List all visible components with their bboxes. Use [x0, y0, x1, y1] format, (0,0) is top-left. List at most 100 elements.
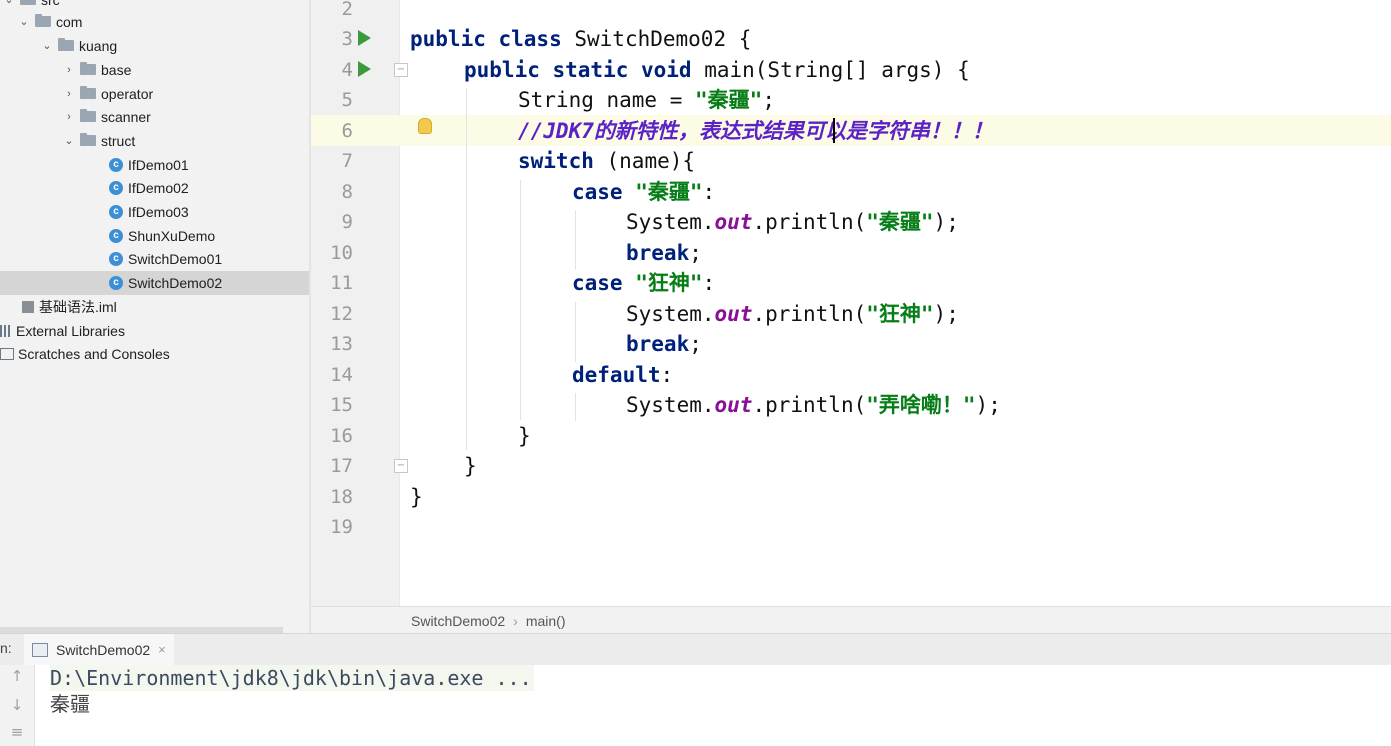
line-number: 4	[341, 59, 353, 81]
line-number: 16	[330, 425, 353, 447]
tree-item-com[interactable]: ⌄ com	[0, 10, 309, 34]
code-line-7: switch (name){	[518, 146, 695, 177]
indent-guide	[575, 393, 576, 421]
folder-icon	[20, 0, 36, 6]
keyword: case	[572, 180, 636, 204]
library-icon	[0, 324, 12, 337]
code-line-12: System.out.println("狂神");	[626, 299, 959, 330]
run-main-icon[interactable]	[358, 61, 371, 77]
static-field: out	[714, 393, 753, 417]
breadcrumb-class[interactable]: SwitchDemo02	[411, 613, 505, 629]
module-file-icon	[22, 300, 34, 313]
tree-label: IfDemo03	[128, 203, 189, 220]
keyword: public static void	[464, 58, 705, 82]
down-arrow-icon[interactable]: ↓	[8, 696, 26, 714]
folder-icon	[35, 14, 51, 28]
java-class-icon: c	[109, 275, 123, 290]
indent-guide	[575, 302, 576, 362]
tree-label: struct	[101, 132, 136, 149]
breadcrumb-method[interactable]: main()	[526, 613, 566, 629]
line-number: 17	[330, 455, 353, 477]
tree-item-shunxudemo[interactable]: c ShunXuDemo	[0, 224, 309, 248]
code-text: ;	[689, 241, 702, 265]
run-tab[interactable]: SwitchDemo02 ×	[24, 634, 174, 665]
tree-item-scanner[interactable]: › scanner	[0, 105, 309, 129]
tree-label: SwitchDemo02	[128, 274, 223, 291]
lightbulb-icon[interactable]	[418, 118, 432, 134]
tree-item-switchdemo02[interactable]: c SwitchDemo02	[0, 271, 309, 295]
tree-item-ifdemo02[interactable]: c IfDemo02	[0, 176, 309, 200]
static-field: out	[714, 302, 753, 326]
fold-icon[interactable]: −	[394, 63, 408, 77]
tree-label: kuang	[79, 37, 118, 54]
run-label: n:	[0, 640, 12, 656]
up-arrow-icon[interactable]: ↑	[8, 667, 26, 685]
tree-label: IfDemo02	[128, 179, 189, 196]
tree-label: scanner	[101, 108, 151, 125]
line-number: 11	[330, 272, 353, 294]
chevron-down-icon[interactable]: ⌄	[17, 15, 31, 28]
folder-icon	[80, 62, 96, 76]
keyword: case	[572, 271, 636, 295]
tree-item-iml[interactable]: 基础语法.iml	[0, 295, 309, 319]
folder-icon	[80, 86, 96, 100]
tree-label: operator	[101, 85, 154, 102]
run-class-icon[interactable]	[358, 30, 371, 46]
line-number: 9	[341, 211, 353, 233]
chevron-right-icon[interactable]: ›	[62, 88, 76, 100]
line-number: 7	[341, 150, 353, 172]
code-text: );	[933, 302, 959, 326]
tree-item-base[interactable]: › base	[0, 58, 309, 82]
code-line-8: case "秦疆":	[572, 177, 715, 208]
soft-wrap-icon[interactable]: ≡	[8, 723, 26, 741]
string-literal: "狂神"	[635, 271, 703, 295]
chevron-down-icon[interactable]: ⌄	[40, 39, 54, 52]
tree-item-scratches[interactable]: Scratches and Consoles	[0, 342, 309, 366]
tree-item-kuang[interactable]: ⌄ kuang	[0, 34, 309, 58]
code-text: System.	[626, 302, 715, 326]
java-class-icon: c	[109, 157, 123, 172]
keyword: switch	[518, 149, 607, 173]
code-line-15: System.out.println("弄啥嘞！");	[626, 390, 1001, 421]
code-text: String name =	[518, 88, 696, 112]
code-text: System.	[626, 393, 715, 417]
project-tree: ⌄src ⌄com ⌄kuang ›base ›operator ›scanne…	[0, 0, 309, 633]
tree-label: src	[41, 0, 60, 8]
line-number: 12	[330, 303, 353, 325]
fold-icon[interactable]: −	[394, 459, 408, 473]
line-number: 10	[330, 242, 353, 264]
tree-item-struct[interactable]: ⌄ struct	[0, 129, 309, 153]
code-line-3: public class SwitchDemo02 {	[410, 24, 751, 55]
tree-label: External Libraries	[16, 322, 125, 339]
code-line-10: break;	[626, 238, 702, 269]
chevron-right-icon[interactable]: ›	[62, 111, 76, 123]
code-text: System.	[626, 210, 715, 234]
console-output-text: 秦疆	[50, 692, 90, 716]
tree-item-ifdemo03[interactable]: c IfDemo03	[0, 200, 309, 224]
java-class-icon: c	[109, 228, 123, 243]
folder-icon	[80, 133, 96, 147]
line-number: 5	[341, 89, 353, 111]
tree-label: com	[56, 13, 83, 30]
identifier: SwitchDemo02 {	[574, 27, 752, 51]
code-line-11: case "狂神":	[572, 268, 715, 299]
keyword: public class	[410, 27, 575, 51]
tree-item-operator[interactable]: › operator	[0, 82, 309, 106]
tree-item-switchdemo01[interactable]: c SwitchDemo01	[0, 247, 309, 271]
code-text: :	[660, 363, 674, 387]
line-number: 6	[341, 120, 353, 142]
run-tool-window-header: n: SwitchDemo02 ×	[0, 633, 1391, 666]
tree-item-external-libraries[interactable]: External Libraries	[0, 319, 309, 343]
chevron-down-icon[interactable]: ⌄	[62, 134, 76, 147]
code-text: ;	[689, 332, 702, 356]
tree-label: base	[101, 61, 132, 78]
close-icon[interactable]: ×	[158, 642, 166, 657]
java-class-icon: c	[109, 204, 123, 219]
chevron-right-icon[interactable]: ›	[62, 64, 76, 76]
text-cursor	[833, 118, 835, 143]
console-output[interactable]: ↑ ↓ ≡ D:\Environment\jdk8\jdk\bin\java.e…	[0, 665, 1391, 746]
chevron-down-icon[interactable]: ⌄	[2, 0, 16, 6]
tree-item-ifdemo01[interactable]: c IfDemo01	[0, 153, 309, 177]
line-number: 8	[341, 181, 353, 203]
tree-label: ShunXuDemo	[128, 227, 216, 244]
